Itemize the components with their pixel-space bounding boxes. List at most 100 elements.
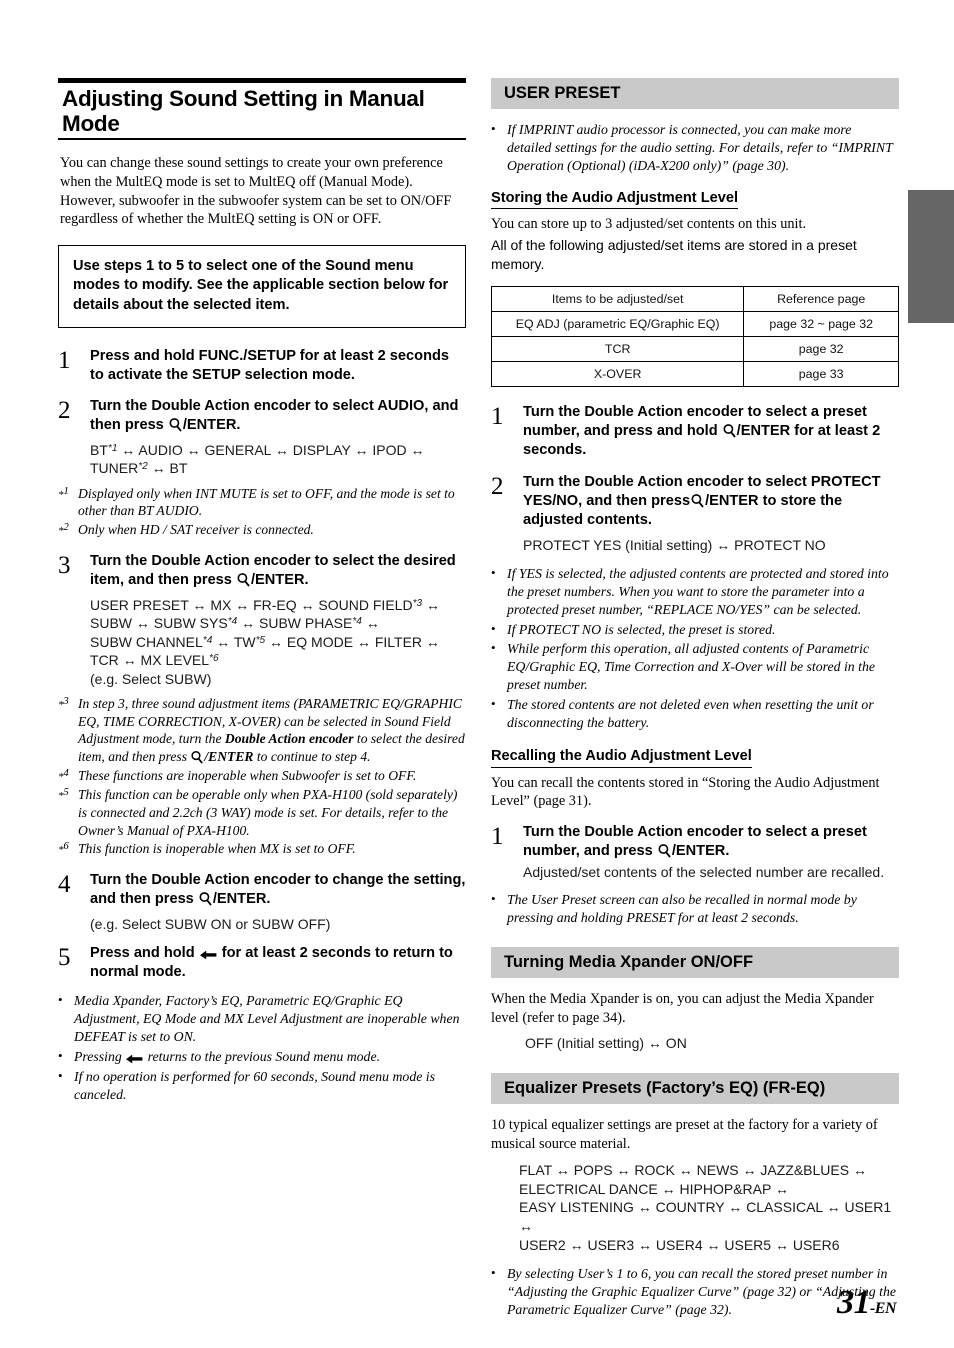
table-cell-item: TCR xyxy=(490,336,745,363)
step-text-enter: /ENTER xyxy=(705,493,759,510)
table-row: EQ ADJ (parametric EQ/Graphic EQ) page 3… xyxy=(490,311,899,338)
step-body: Turn the Double Action encoder to select… xyxy=(523,403,899,460)
bullet-marker: • xyxy=(491,1265,496,1281)
step-text-emphasis: Double Action encoder xyxy=(584,404,744,421)
user-preset-note-list: • If IMPRINT audio processor is connecte… xyxy=(491,121,899,175)
footnote-marker-number: 1 xyxy=(63,485,69,497)
step-options-line: USER PRESET ↔ MX ↔ FR-EQ ↔ SOUND FIELD*3… xyxy=(90,596,440,613)
table-cell-page: page 33 xyxy=(743,361,899,388)
table-header-cell: Items to be adjusted/set xyxy=(490,286,745,313)
bullet-marker: • xyxy=(58,1048,63,1064)
step-body: Turn the Double Action encoder to select… xyxy=(523,473,899,554)
bullet-item: • If YES is selected, the adjusted conte… xyxy=(491,565,899,619)
bullet-item: • If PROTECT NO is selected, the preset … xyxy=(491,621,899,639)
step-text-pre: Turn the xyxy=(523,404,585,421)
bullet-item: • The stored contents are not deleted ev… xyxy=(491,696,899,732)
footnote-text: This function can be operable only when … xyxy=(78,787,458,838)
footnote-text-enter: /ENTER xyxy=(204,749,254,765)
footnote-marker: *4 xyxy=(58,767,69,783)
eq-presets-line: ELECTRICAL DANCE ↔ HIPHOP&RAP ↔ xyxy=(519,1180,789,1197)
return-arrow-icon xyxy=(125,1051,144,1064)
table-row: TCR page 32 xyxy=(490,336,899,363)
eq-presets-line: USER2 ↔ USER3 ↔ USER4 ↔ USER5 ↔ USER6 xyxy=(519,1236,840,1253)
reference-table: Items to be adjusted/set Reference page … xyxy=(490,286,899,388)
callout-box: Use steps 1 to 5 to select one of the So… xyxy=(58,244,466,328)
step-options-line: BT*1 ↔ AUDIO ↔ GENERAL ↔ DISPLAY ↔ IPOD … xyxy=(90,441,425,458)
step-text-emphasis: Double Action encoder xyxy=(584,823,744,840)
step-number: 1 xyxy=(491,822,504,850)
footnote-text: Displayed only when INT MUTE is set to O… xyxy=(78,485,455,519)
table-header-cell: Reference page xyxy=(743,286,899,313)
eq-presets-options: FLAT ↔ POPS ↔ ROCK ↔ NEWS ↔ JAZZ&BLUES ↔… xyxy=(519,1161,899,1254)
footnote-marker-number: 3 xyxy=(63,696,69,708)
chapter-title-rule: Adjusting Sound Setting in Manual Mode xyxy=(58,78,466,141)
bullet-marker: • xyxy=(491,696,496,712)
footnote-marker: *3 xyxy=(58,696,69,712)
bullet-item: • The User Preset screen can also be rec… xyxy=(491,891,899,927)
magnifier-icon xyxy=(722,423,737,439)
footnote: *4 These functions are inoperable when S… xyxy=(58,767,466,786)
step-options-line: SUBW CHANNEL*4 ↔ TW*5 ↔ EQ MODE ↔ FILTER… xyxy=(90,633,440,650)
step-text-pre: Press and hold xyxy=(90,347,199,364)
table-cell-page: page 32 ~ page 32 xyxy=(743,311,899,338)
step-example: (e.g. Select SUBW ON or SUBW OFF) xyxy=(90,916,331,932)
step-number: 2 xyxy=(491,473,504,501)
step-options-example: (e.g. Select SUBW) xyxy=(90,670,212,687)
bullet-item: • Pressing returns to the previous Sound… xyxy=(58,1048,466,1066)
step-text-pre: Turn the xyxy=(523,823,585,840)
footnote: *5 This function can be operable only wh… xyxy=(58,786,466,839)
bullet-marker: • xyxy=(491,640,496,656)
step-options: USER PRESET ↔ MX ↔ FR-EQ ↔ SOUND FIELD*3… xyxy=(90,596,466,688)
bullet-text: While perform this operation, all adjust… xyxy=(507,641,876,693)
bullet-marker: • xyxy=(491,620,496,636)
left-bullet-list: • Media Xpander, Factory’s EQ, Parametri… xyxy=(58,992,466,1104)
manual-page: Adjusting Sound Setting in Manual Mode Y… xyxy=(0,0,954,1348)
step-4: 4 Turn the Double Action encoder to chan… xyxy=(58,871,466,933)
callout-text: Use steps 1 to 5 to select one of the So… xyxy=(73,257,449,313)
bullet-text-pre: Pressing xyxy=(74,1049,126,1065)
return-arrow-icon xyxy=(199,947,218,960)
recalling-bullet-list: • The User Preset screen can also be rec… xyxy=(491,891,899,927)
footnote-text-post: to continue to step 4. xyxy=(253,749,371,765)
footnote-text: Only when HD / SAT receiver is connected… xyxy=(78,522,314,538)
table-cell-item: X-OVER xyxy=(490,361,745,388)
magnifier-icon xyxy=(190,750,204,764)
bullet-marker: • xyxy=(491,564,496,580)
footnote-marker-number: 6 xyxy=(63,841,69,853)
table-header-row: Items to be adjusted/set Reference page xyxy=(490,286,899,313)
step-2: 2 Turn the Double Action encoder to sele… xyxy=(58,397,466,478)
step-options: PROTECT YES (Initial setting) ↔ PROTECT … xyxy=(523,537,826,554)
step-body: Turn the Double Action encoder to select… xyxy=(90,397,466,478)
footnote-text-emphasis: Double Action encoder xyxy=(224,731,354,747)
bullet-marker: • xyxy=(58,992,63,1008)
media-xpander-body: When the Media Xpander is on, you can ad… xyxy=(491,991,874,1026)
step-instruction: Turn the Double Action encoder to select… xyxy=(523,473,899,530)
footnote-list-a: *1 Displayed only when INT MUTE is set t… xyxy=(58,485,466,540)
step-text-enter: /ENTER xyxy=(736,423,791,440)
recalling-step-1: 1 Turn the Double Action encoder to sele… xyxy=(491,823,899,881)
step-text-emphasis: Double Action encoder xyxy=(151,397,311,414)
footnote: *6 This function is inoperable when MX i… xyxy=(58,840,466,859)
storing-step-2: 2 Turn the Double Action encoder to sele… xyxy=(491,473,899,554)
footnote-marker-number: 4 xyxy=(63,767,69,779)
intro-paragraph: You can change these sound settings to c… xyxy=(60,155,452,228)
step-options-line: TCR ↔ MX LEVEL*6 xyxy=(90,652,219,669)
bullet-text: If IMPRINT audio processor is connected,… xyxy=(507,122,893,173)
step-text-tail: /ENTER. xyxy=(250,571,309,588)
step-text-emphasis: Double Action encoder xyxy=(584,474,744,491)
step-text-emphasis: Double Action encoder xyxy=(151,872,311,889)
section-header-eq-presets: Equalizer Presets (Factory’s EQ) (FR-EQ) xyxy=(491,1072,899,1105)
storing-step-1: 1 Turn the Double Action encoder to sele… xyxy=(491,403,899,460)
step-text-pre: Turn the xyxy=(523,474,585,491)
magnifier-icon xyxy=(236,572,251,587)
step-5: 5 Press and hold for at least 2 seconds … xyxy=(58,944,466,982)
step-result: Adjusted/set contents of the selected nu… xyxy=(523,863,885,880)
magnifier-icon xyxy=(690,493,705,508)
page-number: 31-EN xyxy=(837,1284,897,1322)
bullet-text: Pressing returns to the previous Sound m… xyxy=(74,1048,466,1066)
table-row: X-OVER page 33 xyxy=(490,361,899,388)
footnote-marker: *5 xyxy=(58,787,69,803)
left-column: Adjusting Sound Setting in Manual Mode Y… xyxy=(58,78,466,1106)
step-instruction: Press and hold for at least 2 seconds to… xyxy=(90,944,466,982)
media-xpander-options: OFF (Initial setting) ↔ ON xyxy=(525,1035,687,1052)
